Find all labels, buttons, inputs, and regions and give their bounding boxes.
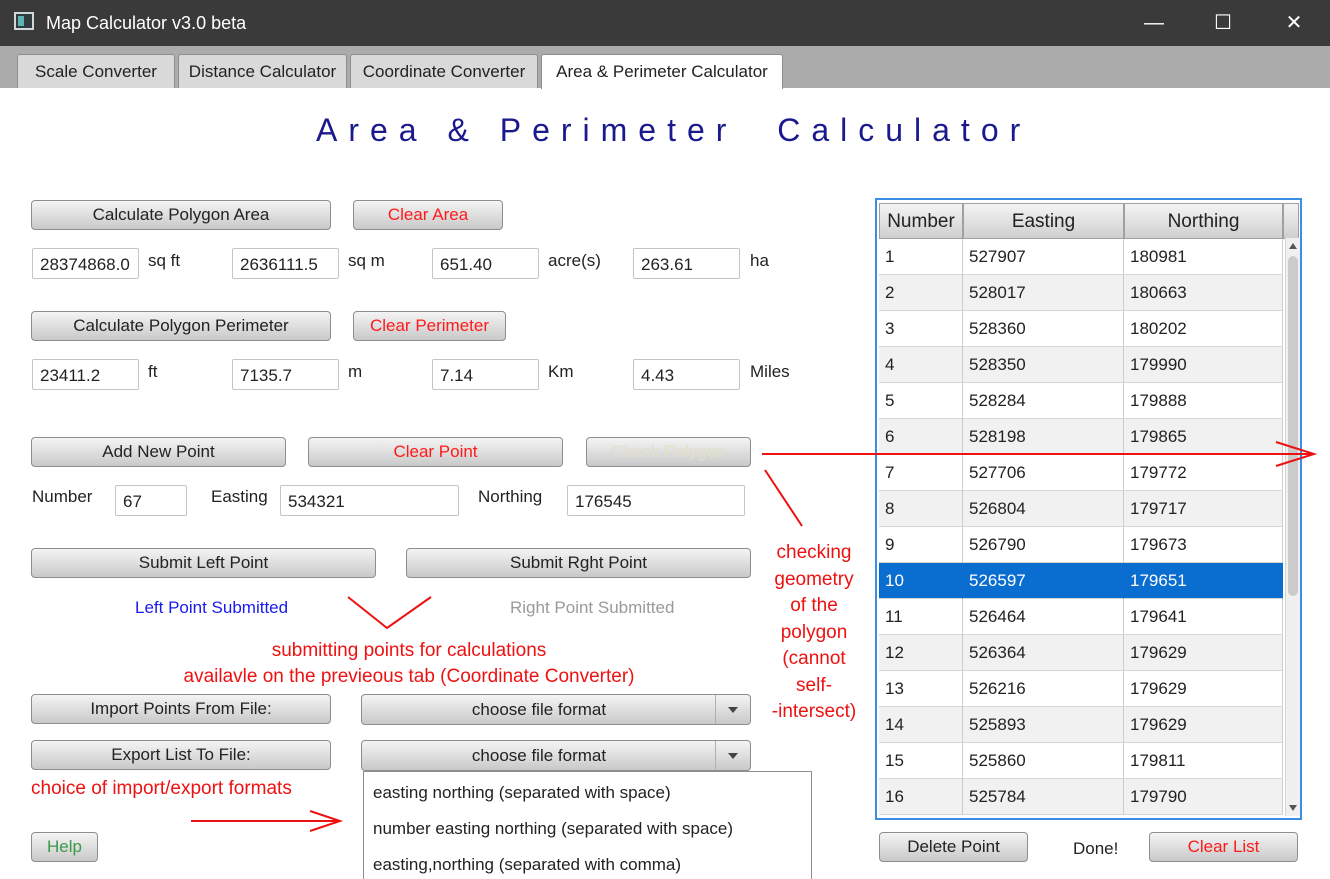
annotation-arrows (191, 441, 1318, 832)
arrow-submit-points (347, 596, 432, 630)
arrow-check-polygon (764, 469, 803, 527)
